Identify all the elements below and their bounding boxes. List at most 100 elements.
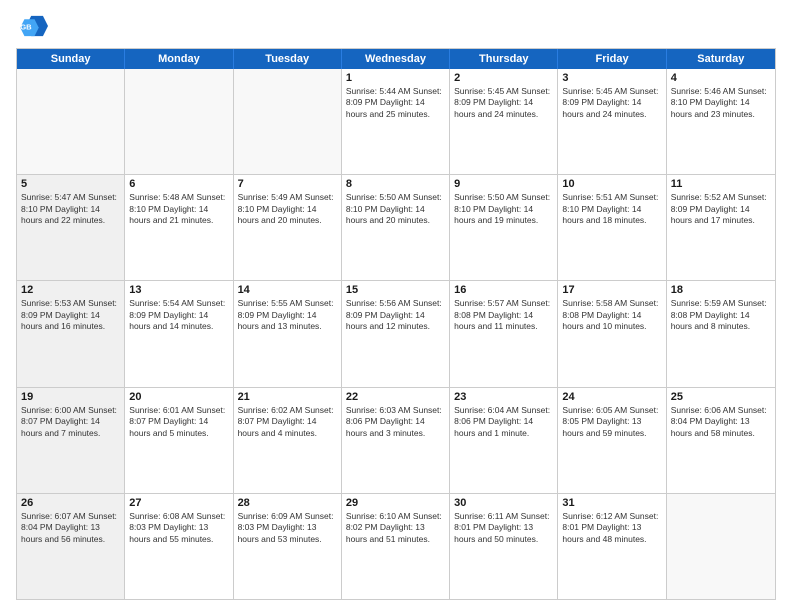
header-day-friday: Friday — [558, 49, 666, 69]
day-number: 7 — [238, 178, 337, 190]
day-number: 4 — [671, 72, 771, 84]
day-number: 13 — [129, 284, 228, 296]
day-number: 10 — [562, 178, 661, 190]
day-number: 17 — [562, 284, 661, 296]
calendar-cell-29: 29 Sunrise: 6:10 AM Sunset: 8:02 PM Dayli… — [342, 494, 450, 599]
day-info: Sunrise: 6:07 AM Sunset: 8:04 PM Dayligh… — [21, 511, 120, 545]
calendar-cell-31: 31Sunrise: 6:12 AM Sunset: 8:01 PM Dayli… — [558, 494, 666, 599]
day-number: 11 — [671, 178, 771, 190]
day-info: Sunrise: 5:44 AM Sunset: 8:09 PM Dayligh… — [346, 86, 445, 120]
day-info: Sunrise: 6:09 AM Sunset: 8:03 PM Dayligh… — [238, 511, 337, 545]
header-day-saturday: Saturday — [667, 49, 775, 69]
calendar-row-0: 1 Sunrise: 5:44 AM Sunset: 8:09 PM Daylig… — [17, 69, 775, 175]
day-info: Sunrise: 5:57 AM Sunset: 8:08 PM Dayligh… — [454, 298, 553, 332]
day-info: Sunrise: 6:00 AM Sunset: 8:07 PM Dayligh… — [21, 405, 120, 439]
calendar-cell-17: 17 Sunrise: 5:58 AM Sunset: 8:08 PM Dayli… — [558, 281, 666, 386]
day-number: 22 — [346, 391, 445, 403]
header-day-tuesday: Tuesday — [234, 49, 342, 69]
header-day-monday: Monday — [125, 49, 233, 69]
calendar: SundayMondayTuesdayWednesdayThursdayFrid… — [16, 48, 776, 600]
day-info: Sunrise: 5:52 AM Sunset: 8:09 PM Dayligh… — [671, 192, 771, 226]
day-info: Sunrise: 5:46 AM Sunset: 8:10 PM Dayligh… — [671, 86, 771, 120]
calendar-cell-empty-4-6 — [667, 494, 775, 599]
calendar-cell-18: 18Sunrise: 5:59 AM Sunset: 8:08 PM Dayli… — [667, 281, 775, 386]
day-number: 25 — [671, 391, 771, 403]
day-number: 15 — [346, 284, 445, 296]
calendar-cell-19: 19 Sunrise: 6:00 AM Sunset: 8:07 PM Dayli… — [17, 388, 125, 493]
day-number: 8 — [346, 178, 445, 190]
day-info: Sunrise: 6:06 AM Sunset: 8:04 PM Dayligh… — [671, 405, 771, 439]
day-number: 12 — [21, 284, 120, 296]
calendar-cell-30: 30 Sunrise: 6:11 AM Sunset: 8:01 PM Dayli… — [450, 494, 558, 599]
calendar-cell-28: 28Sunrise: 6:09 AM Sunset: 8:03 PM Dayli… — [234, 494, 342, 599]
day-number: 30 — [454, 497, 553, 509]
day-info: Sunrise: 5:55 AM Sunset: 8:09 PM Dayligh… — [238, 298, 337, 332]
header-day-thursday: Thursday — [450, 49, 558, 69]
calendar-cell-22: 22Sunrise: 6:03 AM Sunset: 8:06 PM Dayli… — [342, 388, 450, 493]
day-number: 27 — [129, 497, 228, 509]
day-number: 19 — [21, 391, 120, 403]
day-number: 26 — [21, 497, 120, 509]
day-number: 20 — [129, 391, 228, 403]
day-info: Sunrise: 6:05 AM Sunset: 8:05 PM Dayligh… — [562, 405, 661, 439]
logo-icon: GB — [16, 12, 48, 40]
calendar-cell-15: 15 Sunrise: 5:56 AM Sunset: 8:09 PM Dayli… — [342, 281, 450, 386]
calendar-cell-10: 10 Sunrise: 5:51 AM Sunset: 8:10 PM Dayli… — [558, 175, 666, 280]
day-info: Sunrise: 5:50 AM Sunset: 8:10 PM Dayligh… — [346, 192, 445, 226]
day-info: Sunrise: 6:08 AM Sunset: 8:03 PM Dayligh… — [129, 511, 228, 545]
calendar-row-3: 19 Sunrise: 6:00 AM Sunset: 8:07 PM Dayli… — [17, 388, 775, 494]
day-number: 29 — [346, 497, 445, 509]
day-info: Sunrise: 5:50 AM Sunset: 8:10 PM Dayligh… — [454, 192, 553, 226]
calendar-cell-9: 9 Sunrise: 5:50 AM Sunset: 8:10 PM Daylig… — [450, 175, 558, 280]
calendar-cell-5: 5 Sunrise: 5:47 AM Sunset: 8:10 PM Daylig… — [17, 175, 125, 280]
logo: GB — [16, 12, 52, 40]
calendar-cell-21: 21 Sunrise: 6:02 AM Sunset: 8:07 PM Dayli… — [234, 388, 342, 493]
day-number: 2 — [454, 72, 553, 84]
calendar-cell-6: 6Sunrise: 5:48 AM Sunset: 8:10 PM Daylig… — [125, 175, 233, 280]
calendar-row-1: 5 Sunrise: 5:47 AM Sunset: 8:10 PM Daylig… — [17, 175, 775, 281]
calendar-body: 1 Sunrise: 5:44 AM Sunset: 8:09 PM Daylig… — [17, 69, 775, 599]
calendar-row-2: 12 Sunrise: 5:53 AM Sunset: 8:09 PM Dayli… — [17, 281, 775, 387]
calendar-cell-1: 1 Sunrise: 5:44 AM Sunset: 8:09 PM Daylig… — [342, 69, 450, 174]
header: GB — [16, 12, 776, 40]
calendar-cell-11: 11 Sunrise: 5:52 AM Sunset: 8:09 PM Dayli… — [667, 175, 775, 280]
day-info: Sunrise: 5:48 AM Sunset: 8:10 PM Dayligh… — [129, 192, 228, 226]
calendar-cell-23: 23 Sunrise: 6:04 AM Sunset: 8:06 PM Dayli… — [450, 388, 558, 493]
day-number: 23 — [454, 391, 553, 403]
calendar-cell-4: 4 Sunrise: 5:46 AM Sunset: 8:10 PM Daylig… — [667, 69, 775, 174]
calendar-cell-12: 12 Sunrise: 5:53 AM Sunset: 8:09 PM Dayli… — [17, 281, 125, 386]
day-info: Sunrise: 5:56 AM Sunset: 8:09 PM Dayligh… — [346, 298, 445, 332]
calendar-cell-3: 3 Sunrise: 5:45 AM Sunset: 8:09 PM Daylig… — [558, 69, 666, 174]
calendar-cell-7: 7Sunrise: 5:49 AM Sunset: 8:10 PM Daylig… — [234, 175, 342, 280]
day-number: 3 — [562, 72, 661, 84]
day-number: 21 — [238, 391, 337, 403]
svg-text:GB: GB — [20, 22, 32, 31]
day-info: Sunrise: 5:54 AM Sunset: 8:09 PM Dayligh… — [129, 298, 228, 332]
day-info: Sunrise: 6:10 AM Sunset: 8:02 PM Dayligh… — [346, 511, 445, 545]
calendar-cell-2: 2 Sunrise: 5:45 AM Sunset: 8:09 PM Daylig… — [450, 69, 558, 174]
day-info: Sunrise: 6:11 AM Sunset: 8:01 PM Dayligh… — [454, 511, 553, 545]
day-number: 5 — [21, 178, 120, 190]
calendar-cell-8: 8 Sunrise: 5:50 AM Sunset: 8:10 PM Daylig… — [342, 175, 450, 280]
day-info: Sunrise: 6:02 AM Sunset: 8:07 PM Dayligh… — [238, 405, 337, 439]
calendar-cell-25: 25 Sunrise: 6:06 AM Sunset: 8:04 PM Dayli… — [667, 388, 775, 493]
day-info: Sunrise: 5:45 AM Sunset: 8:09 PM Dayligh… — [562, 86, 661, 120]
calendar-cell-empty-0-1 — [125, 69, 233, 174]
day-info: Sunrise: 6:04 AM Sunset: 8:06 PM Dayligh… — [454, 405, 553, 439]
day-info: Sunrise: 5:59 AM Sunset: 8:08 PM Dayligh… — [671, 298, 771, 332]
header-day-wednesday: Wednesday — [342, 49, 450, 69]
day-info: Sunrise: 5:47 AM Sunset: 8:10 PM Dayligh… — [21, 192, 120, 226]
day-info: Sunrise: 5:58 AM Sunset: 8:08 PM Dayligh… — [562, 298, 661, 332]
day-number: 16 — [454, 284, 553, 296]
calendar-cell-14: 14Sunrise: 5:55 AM Sunset: 8:09 PM Dayli… — [234, 281, 342, 386]
calendar-cell-13: 13 Sunrise: 5:54 AM Sunset: 8:09 PM Dayli… — [125, 281, 233, 386]
calendar-cell-24: 24Sunrise: 6:05 AM Sunset: 8:05 PM Dayli… — [558, 388, 666, 493]
calendar-cell-empty-0-0 — [17, 69, 125, 174]
day-info: Sunrise: 6:12 AM Sunset: 8:01 PM Dayligh… — [562, 511, 661, 545]
day-number: 1 — [346, 72, 445, 84]
calendar-cell-empty-0-2 — [234, 69, 342, 174]
day-number: 9 — [454, 178, 553, 190]
day-info: Sunrise: 5:53 AM Sunset: 8:09 PM Dayligh… — [21, 298, 120, 332]
day-info: Sunrise: 5:45 AM Sunset: 8:09 PM Dayligh… — [454, 86, 553, 120]
day-info: Sunrise: 5:51 AM Sunset: 8:10 PM Dayligh… — [562, 192, 661, 226]
